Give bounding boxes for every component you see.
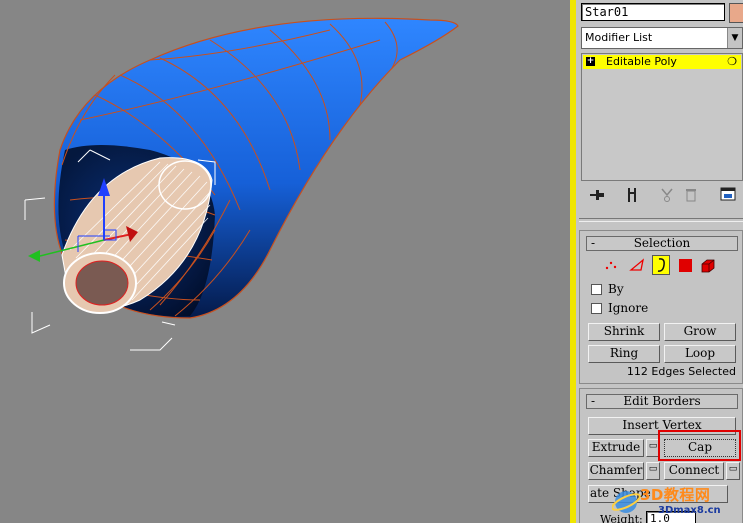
watermark-title: 3D教程网 [640, 486, 711, 504]
selection-rollout: - Selection By Ignore Shrink Grow Ring L… [579, 230, 743, 384]
watermark-logo: 3D教程网 3Dmax8.cn [611, 484, 743, 520]
pin-stack-icon[interactable] [590, 188, 606, 206]
connect-button[interactable]: Connect [664, 462, 724, 480]
viewport-scene [24, 17, 459, 351]
lightbulb-icon[interactable]: ❍ [727, 55, 737, 69]
edit-borders-rollout-header[interactable]: - Edit Borders [586, 394, 738, 409]
border-mode-icon[interactable] [652, 255, 670, 275]
edit-borders-title: Edit Borders [623, 394, 701, 408]
selection-status-text: 112 Edges Selected [626, 365, 736, 378]
by-vertex-checkbox[interactable] [591, 284, 602, 295]
modifier-list-dropdown[interactable]: Modifier List ▼ [581, 27, 743, 49]
remove-modifier-icon[interactable] [684, 187, 698, 207]
cap-highlight-box [658, 430, 741, 461]
extrude-button[interactable]: Extrude [588, 439, 644, 457]
polygon-mode-icon[interactable] [679, 259, 692, 272]
expand-icon[interactable]: + [586, 57, 595, 66]
stack-item-label: Editable Poly [606, 55, 677, 68]
ring-button[interactable]: Ring [588, 345, 660, 363]
element-mode-icon[interactable] [700, 258, 716, 274]
show-end-result-icon[interactable] [626, 187, 640, 207]
shrink-button[interactable]: Shrink [588, 323, 660, 341]
ignore-backfacing-checkbox[interactable] [591, 303, 602, 314]
modifier-list-label: Modifier List [585, 31, 653, 44]
selection-title: Selection [633, 236, 691, 250]
edge-mode-icon[interactable] [629, 258, 645, 272]
stack-item-editable-poly[interactable]: + Editable Poly ❍ [583, 55, 741, 69]
chamfer-button[interactable]: Chamfer [588, 462, 644, 480]
object-name-field[interactable]: Star01 [581, 3, 725, 21]
object-color-swatch[interactable] [729, 3, 743, 23]
by-vertex-label: By [608, 282, 624, 296]
make-unique-icon[interactable] [660, 187, 674, 207]
configure-sets-icon[interactable] [720, 187, 738, 207]
perspective-viewport[interactable] [0, 0, 570, 523]
ignore-backfacing-label: Ignore [608, 301, 649, 315]
vertex-mode-icon[interactable] [604, 258, 618, 272]
selection-rollout-header[interactable]: - Selection [586, 236, 738, 251]
chevron-down-icon: ▼ [727, 28, 742, 48]
separator [579, 218, 743, 222]
grow-button[interactable]: Grow [664, 323, 736, 341]
loop-button[interactable]: Loop [664, 345, 736, 363]
modifier-stack-list[interactable]: + Editable Poly ❍ [581, 53, 743, 181]
watermark-url: 3Dmax8.cn [658, 505, 721, 516]
chamfer-settings-icon[interactable]: ▭ [646, 462, 660, 480]
connect-settings-icon[interactable]: ▭ [726, 462, 740, 480]
